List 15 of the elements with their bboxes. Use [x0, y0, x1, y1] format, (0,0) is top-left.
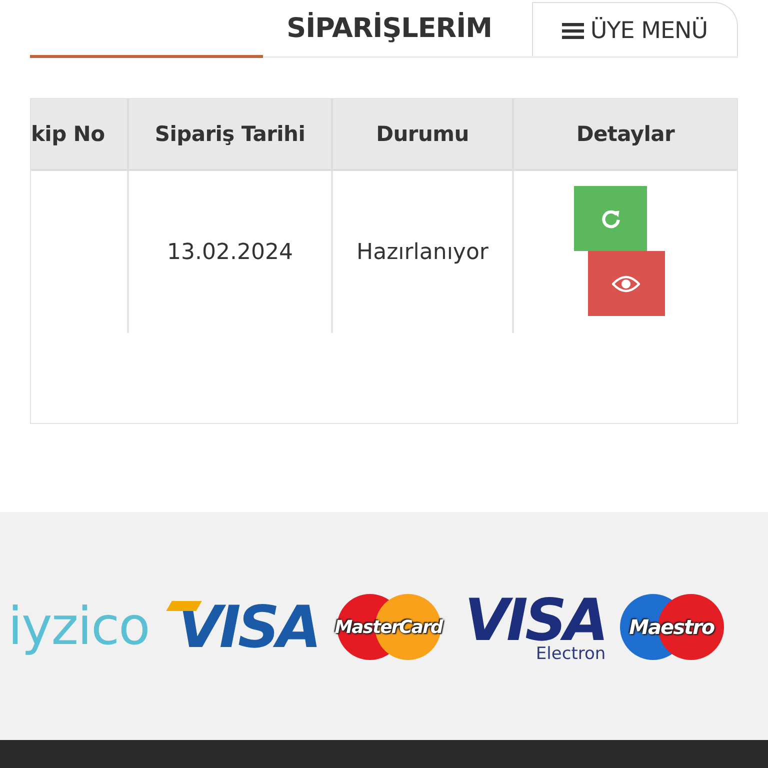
column-header: Durumu [331, 99, 512, 169]
view-button[interactable] [588, 251, 664, 316]
page-title: SİPARİŞLERİM [286, 12, 492, 44]
refresh-icon [600, 208, 622, 230]
table-cell: Hazırlanıyor [356, 240, 488, 264]
column-header: kip No [31, 121, 106, 148]
reorder-button[interactable] [574, 186, 647, 251]
column-header: Detaylar [512, 99, 737, 169]
member-menu-button[interactable]: ÜYE MENÜ [532, 2, 738, 58]
table-cell: 13.02.2024 [167, 240, 293, 264]
visa-logo: VISA [163, 593, 323, 661]
column-header: Sipariş Tarihi [127, 99, 331, 169]
eye-icon [612, 274, 640, 292]
menu-icon [562, 22, 584, 40]
iyzico-logo: iyzico [8, 597, 150, 657]
